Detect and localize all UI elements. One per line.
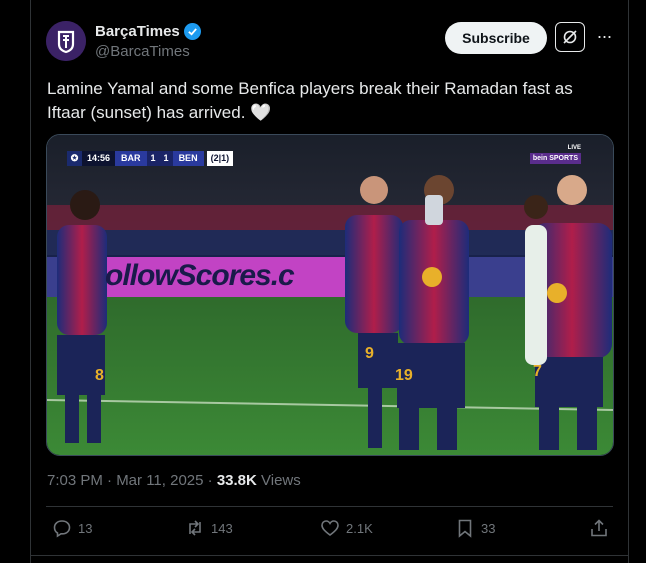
tweet-media-image[interactable]: ✪ 14:56 BAR 1 1 BEN (2|1) bein SPORTS LI… bbox=[46, 134, 614, 456]
repost-icon bbox=[189, 520, 201, 536]
ad-board-text: ollowScores.c bbox=[105, 259, 295, 292]
like-button[interactable]: 2.1K bbox=[320, 518, 373, 538]
column-border-left bbox=[30, 0, 31, 563]
timestamp[interactable]: 7:03 PM · Mar 11, 2025 · bbox=[47, 472, 217, 489]
home-score: 1 bbox=[146, 151, 160, 166]
reply-count: 13 bbox=[78, 520, 93, 536]
bookmark-button[interactable]: 33 bbox=[455, 518, 495, 538]
reply-icon bbox=[53, 520, 71, 538]
match-photo bbox=[47, 135, 613, 455]
bottom-border bbox=[30, 555, 628, 556]
views-label: Views bbox=[256, 472, 301, 489]
ucl-logo-icon: ✪ bbox=[67, 151, 82, 166]
scoreboard: ✪ 14:56 BAR 1 1 BEN (2|1) bbox=[67, 151, 234, 166]
shirt-number-dejong: 7 bbox=[533, 363, 542, 380]
away-team: BEN bbox=[172, 151, 204, 166]
tweet-text: Lamine Yamal and some Benfica players br… bbox=[47, 79, 573, 122]
bookmark-count: 33 bbox=[481, 520, 496, 536]
shirt-number-lewandowski: 9 bbox=[365, 345, 374, 362]
shirt-number-left: 8 bbox=[95, 367, 104, 384]
action-bar: 13 143 2.1K 33 bbox=[0, 518, 646, 544]
reply-button[interactable]: 13 bbox=[52, 518, 92, 538]
account-name-row[interactable]: BarçaTimes bbox=[95, 23, 201, 40]
bookmark-icon bbox=[458, 519, 472, 538]
heart-icon bbox=[321, 520, 339, 537]
barcatimes-logo-icon bbox=[46, 21, 86, 61]
tweet-meta: 7:03 PM · Mar 11, 2025 · 33.8K Views bbox=[47, 472, 301, 489]
shirt-number-yamal: 19 bbox=[395, 367, 413, 384]
like-count: 2.1K bbox=[346, 520, 373, 536]
verified-badge-icon[interactable] bbox=[183, 23, 201, 40]
live-label: LIVE bbox=[567, 145, 581, 151]
tweet-card: BarçaTimes @BarcaTimes Subscribe ··· Lam… bbox=[0, 0, 646, 563]
repost-count: 143 bbox=[211, 520, 233, 536]
grok-icon[interactable] bbox=[555, 22, 585, 52]
share-icon bbox=[591, 519, 607, 537]
divider bbox=[46, 506, 613, 507]
account-handle[interactable]: @BarcaTimes bbox=[95, 43, 190, 60]
views-count: 33.8K bbox=[216, 472, 257, 489]
away-score: 1 bbox=[159, 151, 173, 166]
account-name[interactable]: BarçaTimes bbox=[95, 23, 180, 40]
avatar[interactable] bbox=[46, 21, 86, 61]
broadcaster-logo: bein SPORTS bbox=[529, 153, 581, 164]
aggregate-score: (2|1) bbox=[206, 151, 234, 166]
more-options-icon[interactable]: ··· bbox=[594, 26, 614, 46]
column-border-right bbox=[628, 0, 629, 563]
subscribe-button[interactable]: Subscribe bbox=[445, 22, 547, 54]
repost-button[interactable]: 143 bbox=[185, 518, 233, 538]
home-team: BAR bbox=[115, 151, 147, 166]
share-button[interactable] bbox=[589, 518, 609, 538]
match-clock: 14:56 bbox=[82, 151, 116, 166]
